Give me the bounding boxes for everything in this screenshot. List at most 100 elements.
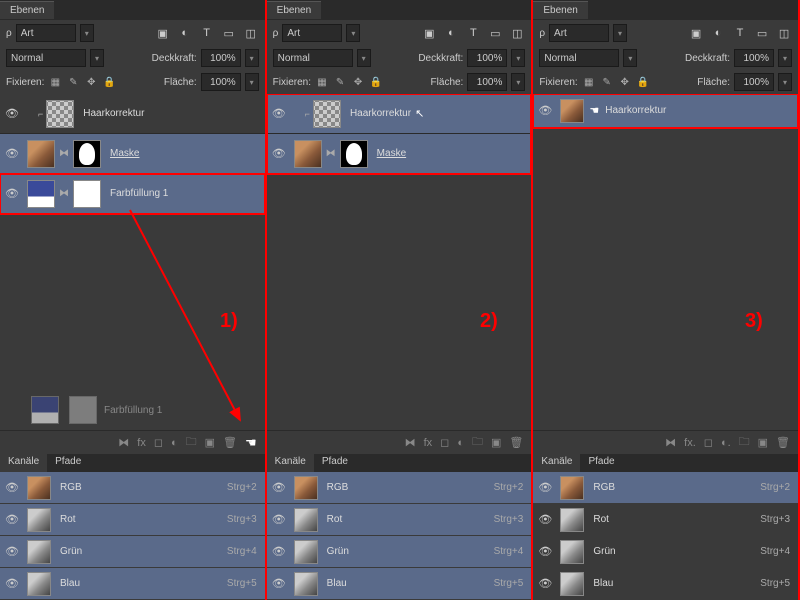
mask-button[interactable]: ◻ <box>440 436 449 449</box>
filter-image-icon[interactable]: ▣ <box>688 25 704 41</box>
mask-button[interactable]: ◻ <box>154 436 163 449</box>
channel-rot[interactable]: 👁 Rot Strg+3 <box>0 504 265 536</box>
delete-button[interactable]: 🗑 <box>509 436 523 449</box>
layer-farbfullung[interactable]: 👁 ⧓ Farbfüllung 1 <box>0 174 265 214</box>
visibility-icon[interactable]: 👁 <box>267 107 291 120</box>
group-button[interactable]: 🗀 <box>739 433 750 452</box>
tab-layers[interactable]: Ebenen <box>533 1 587 19</box>
lock-transparent-icon[interactable]: ▦ <box>315 75 329 89</box>
blend-mode[interactable] <box>539 49 619 67</box>
filter-adjust-icon[interactable]: ◐ <box>710 25 726 41</box>
adjustment-button[interactable]: ◐. <box>721 437 731 449</box>
adjustment-button[interactable]: ◐ <box>457 437 464 449</box>
mask-thumbnail[interactable] <box>73 180 101 208</box>
filter-dropdown[interactable]: ▾ <box>346 24 360 42</box>
delete-button[interactable]: 🗑 <box>776 436 790 449</box>
lock-position-icon[interactable]: ✥ <box>618 75 632 89</box>
tab-paths[interactable]: Pfade <box>580 454 622 472</box>
filter-type[interactable] <box>282 24 342 42</box>
mask-button[interactable]: ◻ <box>704 436 713 449</box>
link-icon[interactable]: ⧓ <box>58 148 70 159</box>
filter-shape-icon[interactable]: ▭ <box>487 25 503 41</box>
layer-thumbnail[interactable] <box>313 100 341 128</box>
layer-haarkorrektur[interactable]: 👁 ☚ Haarkorrektur <box>533 94 798 128</box>
mask-thumbnail[interactable] <box>340 140 368 168</box>
group-button[interactable]: 🗀 <box>186 433 197 452</box>
visibility-icon[interactable]: 👁 <box>533 104 557 117</box>
filter-smart-icon[interactable]: ◫ <box>776 25 792 41</box>
lock-all-icon[interactable]: 🔒 <box>102 75 116 89</box>
filter-shape-icon[interactable]: ▭ <box>221 25 237 41</box>
channel-rot[interactable]: 👁RotStrg+3 <box>533 504 798 536</box>
fill-dropdown[interactable]: ▾ <box>245 73 259 91</box>
tab-channels[interactable]: Kanäle <box>267 454 314 472</box>
visibility-icon[interactable]: 👁 <box>0 545 24 558</box>
layer-thumbnail[interactable] <box>294 140 322 168</box>
lock-transparent-icon[interactable]: ▦ <box>48 75 62 89</box>
channel-rgb[interactable]: 👁RGBStrg+2 <box>533 472 798 504</box>
blend-dropdown[interactable]: ▾ <box>90 49 104 67</box>
opacity-dropdown[interactable]: ▾ <box>511 49 525 67</box>
layer-thumbnail[interactable] <box>560 99 584 123</box>
link-button[interactable]: ⧓ <box>118 436 129 449</box>
fill-input[interactable] <box>734 73 774 91</box>
visibility-icon[interactable]: 👁 <box>0 513 24 526</box>
adjustment-button[interactable]: ◐ <box>171 437 178 449</box>
lock-all-icon[interactable]: 🔒 <box>369 75 383 89</box>
group-button[interactable]: 🗀 <box>472 433 483 452</box>
tab-paths[interactable]: Pfade <box>314 454 356 472</box>
filter-type-icon[interactable]: T <box>732 25 748 41</box>
channel-rot[interactable]: 👁RotStrg+3 <box>267 504 532 536</box>
lock-position-icon[interactable]: ✥ <box>84 75 98 89</box>
filter-type-icon[interactable]: T <box>199 25 215 41</box>
fill-dropdown[interactable]: ▾ <box>511 73 525 91</box>
filter-dropdown[interactable]: ▾ <box>613 24 627 42</box>
channel-grun[interactable]: 👁 Grün Strg+4 <box>0 536 265 568</box>
layer-thumbnail[interactable] <box>27 140 55 168</box>
filter-shape-icon[interactable]: ▭ <box>754 25 770 41</box>
lock-pixels-icon[interactable]: ✎ <box>600 75 614 89</box>
blend-mode[interactable] <box>6 49 86 67</box>
opacity-input[interactable] <box>467 49 507 67</box>
fx-button[interactable]: fx <box>137 437 146 449</box>
layer-thumbnail[interactable] <box>27 180 55 208</box>
fx-button[interactable]: fx <box>424 437 433 449</box>
tab-layers[interactable]: Ebenen <box>0 1 54 19</box>
mask-thumbnail[interactable] <box>73 140 101 168</box>
link-button[interactable]: ⧓ <box>405 436 416 449</box>
tab-channels[interactable]: Kanäle <box>533 454 580 472</box>
lock-pixels-icon[interactable]: ✎ <box>66 75 80 89</box>
link-icon[interactable]: ⧓ <box>58 188 70 199</box>
visibility-icon[interactable]: 👁 <box>0 147 24 160</box>
tab-paths[interactable]: Pfade <box>47 454 89 472</box>
blend-mode[interactable] <box>273 49 353 67</box>
lock-position-icon[interactable]: ✥ <box>351 75 365 89</box>
new-layer-button[interactable]: ▣ <box>758 436 768 449</box>
filter-smart-icon[interactable]: ◫ <box>509 25 525 41</box>
filter-type[interactable] <box>16 24 76 42</box>
channel-blau[interactable]: 👁 Blau Strg+5 <box>0 568 265 600</box>
channel-blau[interactable]: 👁BlauStrg+5 <box>267 568 532 600</box>
lock-transparent-icon[interactable]: ▦ <box>582 75 596 89</box>
fx-button[interactable]: fx. <box>684 437 696 449</box>
tab-channels[interactable]: Kanäle <box>0 454 47 472</box>
filter-adjust-icon[interactable]: ◐ <box>443 25 459 41</box>
filter-type-icon[interactable]: T <box>465 25 481 41</box>
filter-dropdown[interactable]: ▾ <box>80 24 94 42</box>
blend-dropdown[interactable]: ▾ <box>623 49 637 67</box>
opacity-input[interactable] <box>734 49 774 67</box>
lock-pixels-icon[interactable]: ✎ <box>333 75 347 89</box>
delete-button[interactable]: 🗑 <box>223 436 237 449</box>
filter-image-icon[interactable]: ▣ <box>421 25 437 41</box>
layer-maske[interactable]: 👁 ⧓ Maske <box>0 134 265 174</box>
new-layer-button[interactable]: ▣ <box>491 436 501 449</box>
layer-haarkorrektur[interactable]: 👁 ⌐ Haarkorrektur ↖ <box>267 94 532 134</box>
visibility-icon[interactable]: 👁 <box>267 147 291 160</box>
visibility-icon[interactable]: 👁 <box>0 187 24 200</box>
lock-all-icon[interactable]: 🔒 <box>636 75 650 89</box>
new-layer-button[interactable]: ▣ <box>205 436 215 449</box>
filter-image-icon[interactable]: ▣ <box>155 25 171 41</box>
fill-input[interactable] <box>201 73 241 91</box>
visibility-icon[interactable]: 👁 <box>0 577 24 590</box>
channel-grun[interactable]: 👁GrünStrg+4 <box>267 536 532 568</box>
